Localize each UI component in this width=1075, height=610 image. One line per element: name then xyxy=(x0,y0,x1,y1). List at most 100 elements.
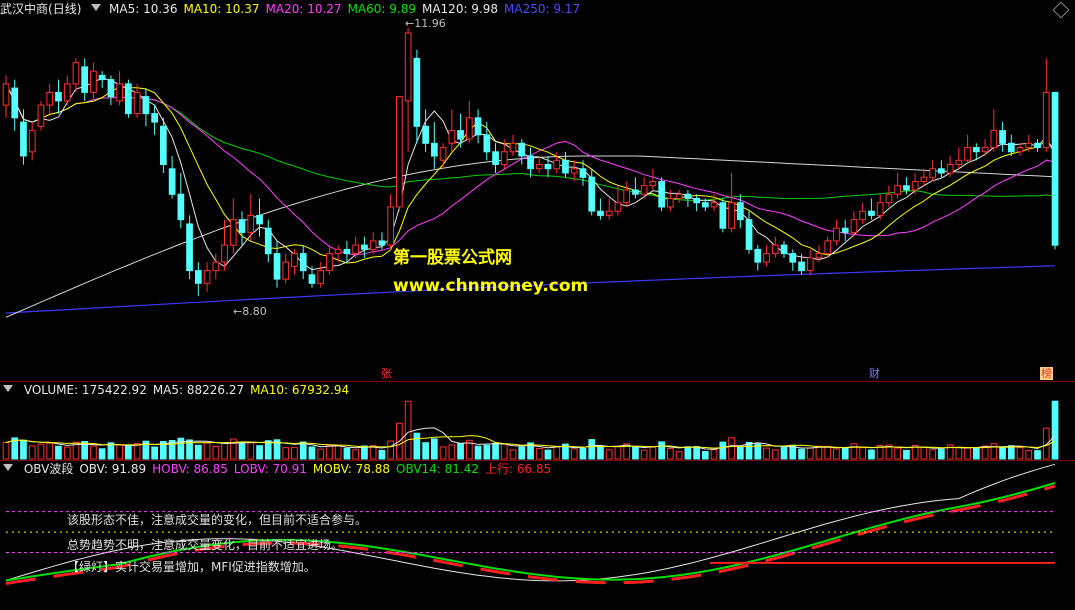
candle-body xyxy=(719,202,727,229)
candle-body xyxy=(107,79,115,98)
legend-item: OBV波段 xyxy=(23,462,74,476)
candle-body xyxy=(343,248,351,255)
candle-body xyxy=(570,168,578,174)
volume-header: VOLUME: 175422.92 MA5: 88226.27 MA10: 6793… xyxy=(0,382,361,398)
marker-bang[interactable]: 榜 xyxy=(1040,367,1053,380)
candle-body xyxy=(2,83,10,106)
dropdown-icon[interactable] xyxy=(3,385,13,392)
volume-bar xyxy=(282,447,290,460)
candle-body xyxy=(422,125,429,144)
volume-bar xyxy=(343,447,351,460)
candle-body xyxy=(439,147,447,161)
volume-bar xyxy=(938,448,945,460)
candle-body xyxy=(964,147,971,161)
candle-body xyxy=(466,117,473,140)
volume-bar xyxy=(500,443,508,460)
volume-bar xyxy=(46,442,54,460)
legend-item: MA20: 10.27 xyxy=(265,2,342,16)
candle-body xyxy=(238,219,246,233)
volume-bar xyxy=(745,442,753,460)
candle-body xyxy=(946,164,954,174)
chart-stage[interactable]: 武汉中商(日线) MA5: 10.36 MA10: 10.37 MA20: 10.2… xyxy=(0,0,1075,610)
candle-body xyxy=(212,261,220,272)
obv-legend: OBV波段 OBV: 91.89 HOBV: 86.85 LOBV: 70.91 MOB… xyxy=(24,462,557,476)
candle-body xyxy=(544,164,552,170)
candle-body xyxy=(553,159,561,170)
candle-body xyxy=(518,142,526,157)
candle-body xyxy=(352,244,359,255)
candle-body xyxy=(990,130,998,149)
volume-bar xyxy=(291,447,298,460)
candle-body xyxy=(640,185,648,195)
candle-body xyxy=(658,181,665,208)
candle-body xyxy=(684,193,692,199)
candle-body xyxy=(876,202,884,216)
volume-bar xyxy=(28,445,36,460)
marker-zhang[interactable]: 张 xyxy=(380,367,393,380)
candle-body xyxy=(815,253,823,259)
legend-item: MA250: 9.17 xyxy=(504,2,581,16)
volume-bar xyxy=(728,437,735,460)
marker-cai[interactable]: 财 xyxy=(868,367,881,380)
volume-bar xyxy=(422,442,429,460)
candle-body xyxy=(492,151,499,166)
candle-body xyxy=(55,91,62,102)
note-line-2: 总势趋势不明，注意成交量变化，目前不适宜进场。 xyxy=(67,538,344,552)
volume-bar xyxy=(894,447,901,460)
candle-body xyxy=(763,253,770,263)
candle-body xyxy=(597,210,604,216)
candle-body xyxy=(195,270,202,284)
legend-item: OBV: 91.89 xyxy=(79,462,147,476)
candle-body xyxy=(920,176,928,182)
candle-body xyxy=(299,253,307,272)
candle-body xyxy=(264,227,272,255)
legend-item: LOBV: 70.91 xyxy=(233,462,307,476)
volume-bar xyxy=(719,441,727,460)
candle-body xyxy=(728,202,735,229)
volume-bar xyxy=(518,446,526,460)
candle-body xyxy=(404,32,412,102)
dropdown-icon[interactable] xyxy=(91,4,102,11)
candle-body xyxy=(562,159,569,174)
note-line-3: 【绿灯】实计交易量增加，MFI促进指数增加。 xyxy=(67,560,316,574)
candle-body xyxy=(500,151,508,166)
volume-bar xyxy=(964,447,971,460)
volume-bar xyxy=(378,449,386,460)
volume-bar xyxy=(431,438,438,460)
legend-item: MA60: 9.89 xyxy=(347,2,416,16)
candle-body xyxy=(929,168,936,178)
volume-bar xyxy=(1042,427,1050,460)
candle-body xyxy=(474,117,482,136)
candle-body xyxy=(850,219,858,233)
candle-body xyxy=(98,74,106,81)
candle-body xyxy=(702,202,709,208)
candle-body xyxy=(894,185,901,195)
candle-body xyxy=(535,164,543,170)
volume-bar xyxy=(544,449,552,460)
dropdown-icon[interactable] xyxy=(3,464,13,471)
candle-body xyxy=(46,91,54,106)
legend-item: OBV14: 81.42 xyxy=(396,462,480,476)
volume-bar xyxy=(509,449,517,460)
volume-bar xyxy=(763,447,770,460)
low-price-label: ←8.80 xyxy=(233,305,267,318)
candle-body xyxy=(771,244,779,255)
candle-body xyxy=(780,244,788,255)
candle-body xyxy=(247,214,255,233)
volume-bar xyxy=(483,444,491,460)
candle-body xyxy=(378,240,386,246)
volume-bar xyxy=(780,446,788,460)
legend-item: MA5: 10.36 xyxy=(109,2,178,16)
volume-bar xyxy=(833,448,840,460)
candle-body xyxy=(868,210,875,216)
candle-body xyxy=(291,253,298,267)
candle-body xyxy=(798,261,805,272)
volume-bar xyxy=(457,442,464,460)
volume-bar xyxy=(203,442,211,460)
candle-body xyxy=(396,96,403,208)
volume-bar xyxy=(387,440,394,460)
candle-body xyxy=(973,147,980,153)
legend-item: MOBV: 78.88 xyxy=(312,462,391,476)
note-line-1: 该股形态不佳，注意成交量的变化，但目前不适合参与。 xyxy=(67,513,368,527)
candle-body xyxy=(754,248,762,263)
